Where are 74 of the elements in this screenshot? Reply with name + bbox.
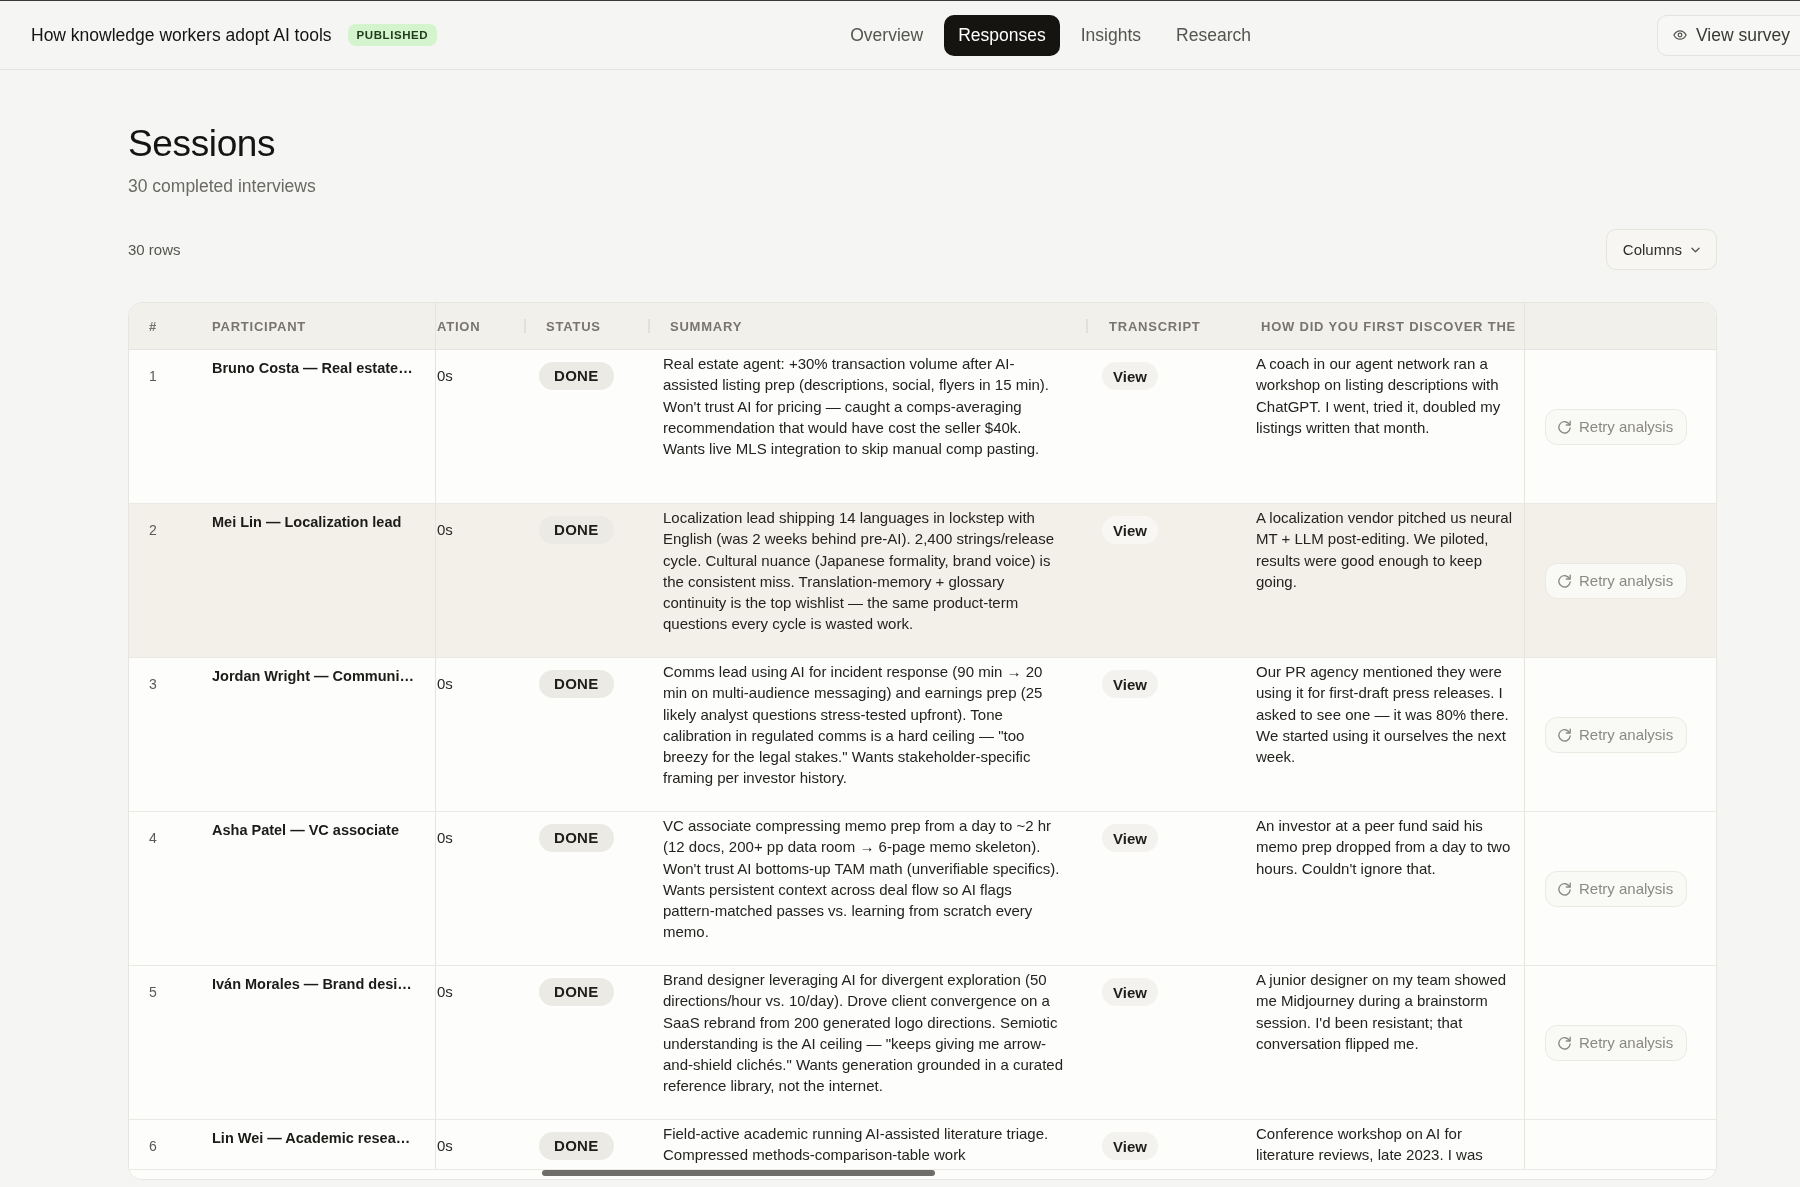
view-transcript-button[interactable]: View [1102,516,1158,544]
participant-name: Iván Morales — Brand desi… [211,975,413,993]
summary-text: Comms lead using AI for incident response (90 min → 20 min on multi-audience messaging) and earnings prep (25 likely analyst questions stress-tested upfront). Tone calibration in regulated comms is a hard ceiling — "too breezy for the legal stakes." Wants stakeholder-specific framing per investor history. [663,662,1044,789]
table-row[interactable] [129,966,1716,1120]
columns-button[interactable]: Columns [1605,229,1717,270]
table-cell-text: 0s [436,828,454,847]
horizontal-scrollbar[interactable] [541,1169,936,1176]
column-header: TRANSCRIPT [1109,318,1201,334]
status-badge: DONE [539,670,614,698]
view-survey-button[interactable]: View survey [1656,14,1800,56]
summary-text: Brand designer leveraging AI for divergent exploration (50 directions/hour vs. 10/day). Drove client convergence on a SaaS rebrand from 200 generated logo directions. Semiotic understanding is the AI ceiling — "keeps giving me arrow-and-shield clichés." Wants generation grounded in a curated reference library, not the internet. [663,970,1064,1097]
participant-name: Lin Wei — Academic resea… [211,1129,412,1147]
refresh-icon [1557,419,1572,434]
column-header: PARTICIPANT [212,318,307,334]
status-badge: DONE [539,1132,614,1160]
table-row[interactable] [129,350,1716,504]
row-number: 5 [148,983,158,1001]
answer-text: Our PR agency mentioned they were using it for first-draft press releases. I asked to see one — it was 80% there. We started using it ourselves the next week. [1256,662,1510,768]
page-subtitle: 30 completed interviews [128,175,317,198]
refresh-icon [1557,573,1572,588]
participant-name: Bruno Costa — Real estate… [211,359,414,377]
row-number: 4 [148,829,158,847]
eye-icon [1672,30,1687,40]
answer-text: A localization vendor pitched us neural MT + LLM post-editing. We piloted, results were good enough to keep going. [1256,508,1513,592]
nav-tab[interactable]: Overview [836,14,938,56]
summary-text: Real estate agent: +30% transaction volume after AI-assisted listing prep (descriptions, social, flyers in 15 min). Won't trust AI for pricing — caught a comps-averaging recommendation that would have cost the seller $40k. Wants live MLS integration to skip manual comp pasting. [663,354,1050,460]
table-row[interactable] [129,1120,1716,1170]
nav-tab[interactable]: Responses [944,14,1060,56]
view-transcript-button[interactable]: View [1102,824,1158,852]
column-header: SUMMARY [670,318,743,334]
table-row[interactable] [129,812,1716,966]
page-title: Sessions [128,122,277,166]
view-transcript-button[interactable]: View [1102,978,1158,1006]
table-cell-text: 0s [436,674,454,693]
nav-tab[interactable]: Research [1162,14,1265,56]
table-cell-text: 0s [436,1136,454,1155]
refresh-icon [1557,1035,1572,1050]
summary-text: Localization lead shipping 14 languages in lockstep with English (was 2 weeks behind pre-AI). 2,400 strings/release cycle. Cultural nuance (Japanese formality, brand voice) is the consistent miss. Translation-memory + glossary continuity is the top wishlist — the same product-term questions every cycle is wasted work. [663,508,1056,635]
nav-tab[interactable]: Insights [1066,14,1156,56]
table-cell-text: 0s [436,520,454,539]
status-badge: DONE [539,978,614,1006]
table-cell-text: 0s [436,366,454,385]
row-number: 2 [148,521,158,539]
summary-text: VC associate compressing memo prep from a day to ~2 hr (12 docs, 200+ pp data room → 6-page memo skeleton). Won't trust AI bottoms-up TAM math (unverifiable specifics). Wants persistent context across deal flow so AI flags pattern-matched passes vs. learning from scratch every memo. [663,816,1061,943]
row-count: 30 rows [128,241,181,258]
view-transcript-button[interactable]: View [1102,670,1158,698]
participant-name: Mei Lin — Localization lead [211,513,403,531]
status-badge: DONE [539,824,614,852]
view-transcript-button[interactable]: View [1102,362,1158,390]
table-row[interactable] [129,658,1716,812]
status-badge: PUBLISHED [347,24,438,46]
participant-name: Jordan Wright — Communi… [211,667,415,685]
row-number: 3 [148,675,158,693]
row-number: 1 [148,367,158,385]
answer-text: Conference workshop on AI for literature reviews, late 2023. I was [1256,1124,1484,1166]
chevron-down-icon [1691,246,1700,253]
row-number: 6 [148,1137,158,1155]
table-row[interactable] [129,504,1716,658]
participant-name: Asha Patel — VC associate [211,821,400,839]
status-badge: DONE [539,516,614,544]
view-transcript-button[interactable]: View [1102,1132,1158,1160]
column-header: STATUS [546,318,601,334]
refresh-icon [1557,881,1572,896]
refresh-icon [1557,727,1572,742]
answer-text: A coach in our agent network ran a workshop on listing descriptions with ChatGPT. I went, tried it, doubled my listings written that month. [1256,354,1502,438]
column-header: ATION [437,318,481,334]
column-header: # [149,318,157,334]
column-header: HOW DID YOU FIRST DISCOVER THE [1261,318,1516,334]
answer-text: An investor at a peer fund said his memo prep dropped from a day to two hours. Couldn't ignore that. [1256,816,1512,879]
answer-text: A junior designer on my team showed me Midjourney during a brainstorm session. I'd been resistant; that conversation flipped me. [1256,970,1508,1054]
table-cell-text: 0s [436,982,454,1001]
status-badge: DONE [539,362,614,390]
survey-title: How knowledge workers adopt AI tools [31,24,332,46]
summary-text: Field-active academic running AI-assisted literature triage. Compressed methods-comparison-table work [663,1124,1050,1166]
